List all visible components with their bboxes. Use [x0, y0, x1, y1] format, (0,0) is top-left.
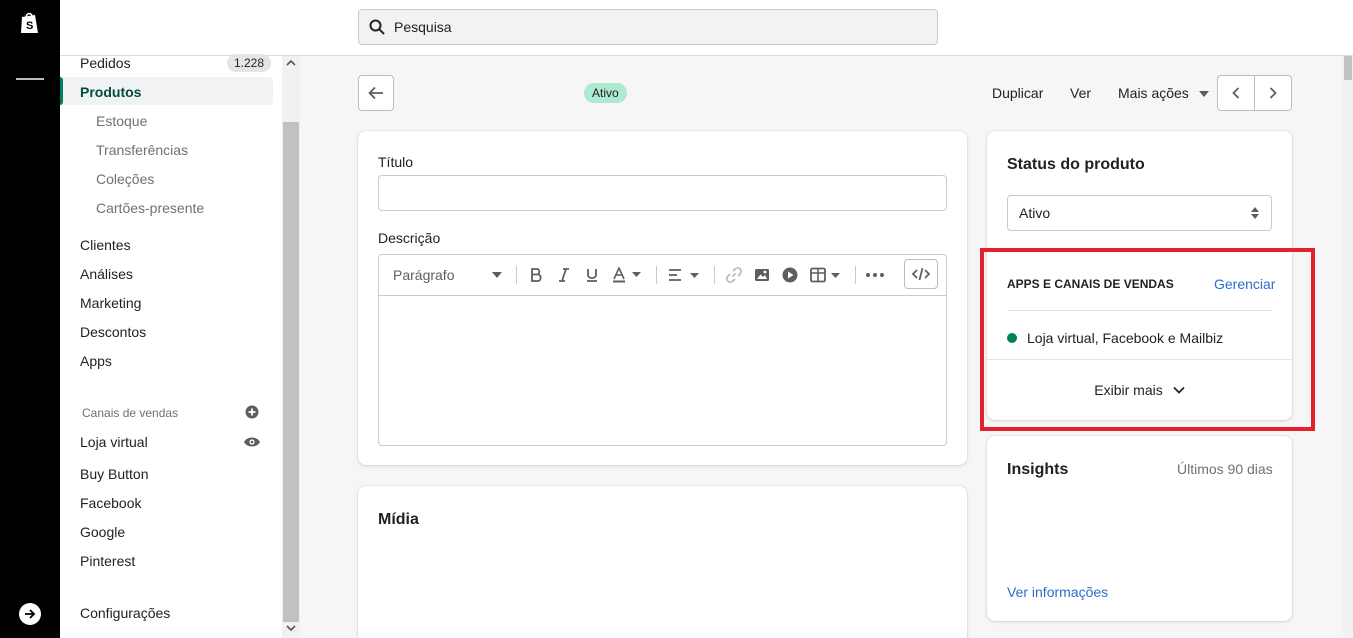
sidebar-item-products[interactable]: Produtos — [80, 82, 141, 102]
insights-card: Insights Últimos 90 dias Ver informações — [987, 436, 1292, 621]
table-button[interactable] — [809, 265, 843, 285]
search-input[interactable]: Pesquisa — [358, 9, 938, 45]
more-actions-button[interactable]: Mais ações — [1118, 85, 1209, 101]
sidebar-scrollbar[interactable] — [282, 56, 300, 638]
chevron-right-icon — [1269, 87, 1277, 99]
annotation-highlight-box — [980, 248, 1315, 431]
chevron-left-icon — [1232, 87, 1240, 99]
view-button[interactable]: Ver — [1070, 85, 1091, 101]
orders-count-badge: 1.228 — [227, 54, 272, 72]
sidebar-subitem-gift-cards[interactable]: Cartões-presente — [96, 198, 204, 218]
italic-icon[interactable] — [556, 265, 572, 285]
sidebar-item-facebook[interactable]: Facebook — [80, 493, 141, 513]
sales-channels-title: Canais de vendas — [82, 406, 179, 420]
media-card-title: Mídia — [378, 511, 419, 528]
sidebar-item-analytics[interactable]: Análises — [80, 264, 133, 284]
sidebar-item-pinterest[interactable]: Pinterest — [80, 551, 135, 571]
sidebar-item-orders[interactable]: Pedidos — [80, 53, 131, 73]
sidebar-scroll-thumb[interactable] — [283, 122, 299, 622]
sidebar-item-discounts[interactable]: Descontos — [80, 322, 146, 342]
svg-text:S: S — [26, 20, 33, 32]
toolbar-divider — [855, 266, 856, 284]
scroll-up-icon[interactable] — [286, 59, 296, 70]
description-editor: Parágrafo — [378, 254, 947, 446]
product-pagination — [1217, 75, 1292, 111]
caret-down-icon — [492, 272, 502, 278]
select-arrows-icon — [1251, 207, 1259, 219]
scroll-down-icon[interactable] — [286, 624, 296, 635]
search-icon — [369, 19, 385, 35]
toolbar-divider — [516, 266, 517, 284]
add-channel-icon[interactable] — [245, 405, 259, 422]
status-select[interactable]: Ativo — [1007, 195, 1272, 231]
next-product-button[interactable] — [1254, 76, 1291, 110]
view-insights-link[interactable]: Ver informações — [1007, 584, 1108, 600]
image-icon[interactable] — [753, 265, 771, 285]
align-button[interactable] — [667, 265, 701, 285]
link-icon[interactable] — [725, 265, 743, 285]
description-label: Descrição — [378, 230, 441, 246]
editor-toolbar: Parágrafo — [379, 255, 946, 296]
text-color-icon — [613, 267, 641, 283]
exit-arrow-icon[interactable] — [19, 603, 41, 625]
table-icon — [810, 267, 840, 283]
caret-down-icon — [1198, 91, 1209, 98]
arrow-left-icon — [368, 86, 383, 100]
code-icon — [912, 267, 930, 281]
underline-icon[interactable] — [583, 265, 601, 285]
previous-product-button[interactable] — [1218, 76, 1254, 110]
sidebar: Pedidos 1.228 Produtos Estoque Transferê… — [60, 53, 300, 638]
sidebar-item-google[interactable]: Google — [80, 522, 125, 542]
sidebar-item-buy-button[interactable]: Buy Button — [80, 464, 149, 484]
view-store-eye-icon[interactable] — [243, 435, 261, 451]
text-color-button[interactable] — [611, 265, 643, 285]
title-label: Título — [378, 154, 414, 170]
shopify-logo-icon[interactable]: S — [17, 10, 43, 36]
sidebar-item-marketing[interactable]: Marketing — [80, 293, 141, 313]
page-scroll-thumb[interactable] — [1344, 56, 1352, 80]
sidebar-item-customers[interactable]: Clientes — [80, 235, 131, 255]
html-code-button[interactable] — [904, 259, 938, 289]
status-card-title: Status do produto — [1007, 156, 1145, 173]
toolbar-divider — [656, 266, 657, 284]
more-actions-label: Mais ações — [1118, 85, 1189, 101]
sidebar-item-online-store[interactable]: Loja virtual — [80, 432, 148, 452]
app-rail: S — [0, 0, 60, 638]
sidebar-subitem-transfers[interactable]: Transferências — [96, 140, 188, 160]
align-left-icon — [669, 269, 699, 281]
video-icon[interactable] — [781, 265, 799, 285]
back-button[interactable] — [358, 75, 394, 111]
insights-period: Últimos 90 dias — [1177, 461, 1273, 477]
search-placeholder: Pesquisa — [394, 19, 452, 35]
status-badge: Ativo — [584, 83, 627, 103]
more-horizontal-icon[interactable] — [865, 265, 885, 285]
sidebar-subitem-inventory[interactable]: Estoque — [96, 111, 147, 131]
page-scrollbar[interactable] — [1343, 56, 1353, 638]
status-select-value: Ativo — [1019, 205, 1051, 221]
paragraph-format-label: Parágrafo — [393, 267, 455, 283]
insights-title: Insights — [1007, 461, 1069, 478]
sidebar-item-settings[interactable]: Configurações — [80, 603, 170, 623]
paragraph-format-select[interactable]: Parágrafo — [393, 265, 503, 285]
media-card: Mídia — [358, 486, 967, 638]
sidebar-subitem-collections[interactable]: Coleções — [96, 169, 154, 189]
top-bar: Pesquisa — [60, 0, 1353, 56]
rail-divider — [16, 78, 44, 80]
product-details-card: Título Descrição Parágrafo — [358, 131, 967, 465]
sidebar-item-label: Pedidos — [80, 55, 131, 71]
duplicate-button[interactable]: Duplicar — [992, 85, 1043, 101]
bold-icon[interactable] — [527, 265, 545, 285]
description-textarea[interactable] — [379, 297, 946, 445]
sidebar-item-apps[interactable]: Apps — [80, 351, 112, 371]
toolbar-divider — [714, 266, 715, 284]
title-input[interactable] — [378, 175, 947, 211]
